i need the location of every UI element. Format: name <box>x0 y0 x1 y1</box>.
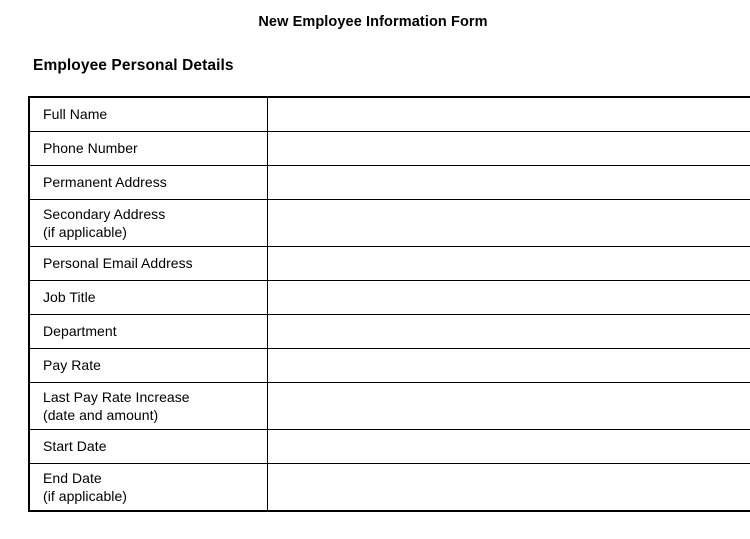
field-value[interactable] <box>276 487 749 488</box>
field-value[interactable] <box>276 114 749 115</box>
field-value[interactable] <box>276 406 749 407</box>
field-label-cell: Department <box>28 314 268 349</box>
field-input-cell[interactable] <box>267 463 750 512</box>
field-value[interactable] <box>276 148 749 149</box>
form-page: New Employee Information Form Employee P… <box>0 0 750 539</box>
field-label-cell: Pay Rate <box>28 348 268 383</box>
field-label: Full Name <box>43 106 108 122</box>
field-input-cell[interactable] <box>267 314 750 349</box>
field-value[interactable] <box>276 182 749 183</box>
field-value[interactable] <box>276 297 749 298</box>
field-input-cell[interactable] <box>267 280 750 315</box>
field-value[interactable] <box>276 446 749 447</box>
field-label-note: (if applicable) <box>43 223 128 240</box>
field-label-cell: Secondary Address (if applicable) <box>28 199 268 247</box>
field-input-cell[interactable] <box>267 348 750 383</box>
field-input-cell[interactable] <box>267 246 750 281</box>
field-label: Personal Email Address <box>43 255 193 271</box>
page-title: New Employee Information Form <box>258 14 488 30</box>
table-row: Job Title <box>28 280 750 315</box>
field-value[interactable] <box>276 223 749 224</box>
table-row: End Date (if applicable) <box>28 463 750 512</box>
field-label: Last Pay Rate Increase <box>43 388 190 405</box>
field-label-cell: Personal Email Address <box>28 246 268 281</box>
field-label-cell: Permanent Address <box>28 165 268 200</box>
table-row: Full Name <box>28 96 750 132</box>
field-label: Department <box>43 323 117 339</box>
field-label: End Date <box>43 469 102 486</box>
field-label: Permanent Address <box>43 174 167 190</box>
field-value[interactable] <box>276 331 749 332</box>
field-label-cell: End Date (if applicable) <box>28 463 268 512</box>
table-row: Start Date <box>28 429 750 464</box>
field-label-note: (date and amount) <box>43 406 159 423</box>
field-input-cell[interactable] <box>267 199 750 247</box>
field-label-cell: Phone Number <box>28 131 268 166</box>
field-input-cell[interactable] <box>267 429 750 464</box>
table-row: Personal Email Address <box>28 246 750 281</box>
table-row: Department <box>28 314 750 349</box>
field-value[interactable] <box>276 263 749 264</box>
field-label-cell: Start Date <box>28 429 268 464</box>
field-label: Start Date <box>43 438 107 454</box>
employee-details-table-body: Full Name Phone Number Permanent Address Se… <box>28 96 750 512</box>
field-label-note: (if applicable) <box>43 487 128 504</box>
field-label-cell: Job Title <box>28 280 268 315</box>
field-label-cell: Full Name <box>28 96 268 132</box>
table-row: Last Pay Rate Increase (date and amount) <box>28 382 750 430</box>
section-heading-employee-personal-details: Employee Personal Details <box>33 57 234 74</box>
field-label-cell: Last Pay Rate Increase (date and amount) <box>28 382 268 430</box>
field-label: Phone Number <box>43 140 138 156</box>
field-input-cell[interactable] <box>267 96 750 132</box>
table-row: Secondary Address (if applicable) <box>28 199 750 247</box>
field-input-cell[interactable] <box>267 131 750 166</box>
table-row: Pay Rate <box>28 348 750 383</box>
field-label: Pay Rate <box>43 357 101 373</box>
field-label: Secondary Address <box>43 205 166 222</box>
field-label: Job Title <box>43 289 96 305</box>
table-row: Phone Number <box>28 131 750 166</box>
table-row: Permanent Address <box>28 165 750 200</box>
employee-details-table: Full Name Phone Number Permanent Address Se… <box>28 96 750 512</box>
field-value[interactable] <box>276 365 749 366</box>
field-input-cell[interactable] <box>267 382 750 430</box>
field-input-cell[interactable] <box>267 165 750 200</box>
